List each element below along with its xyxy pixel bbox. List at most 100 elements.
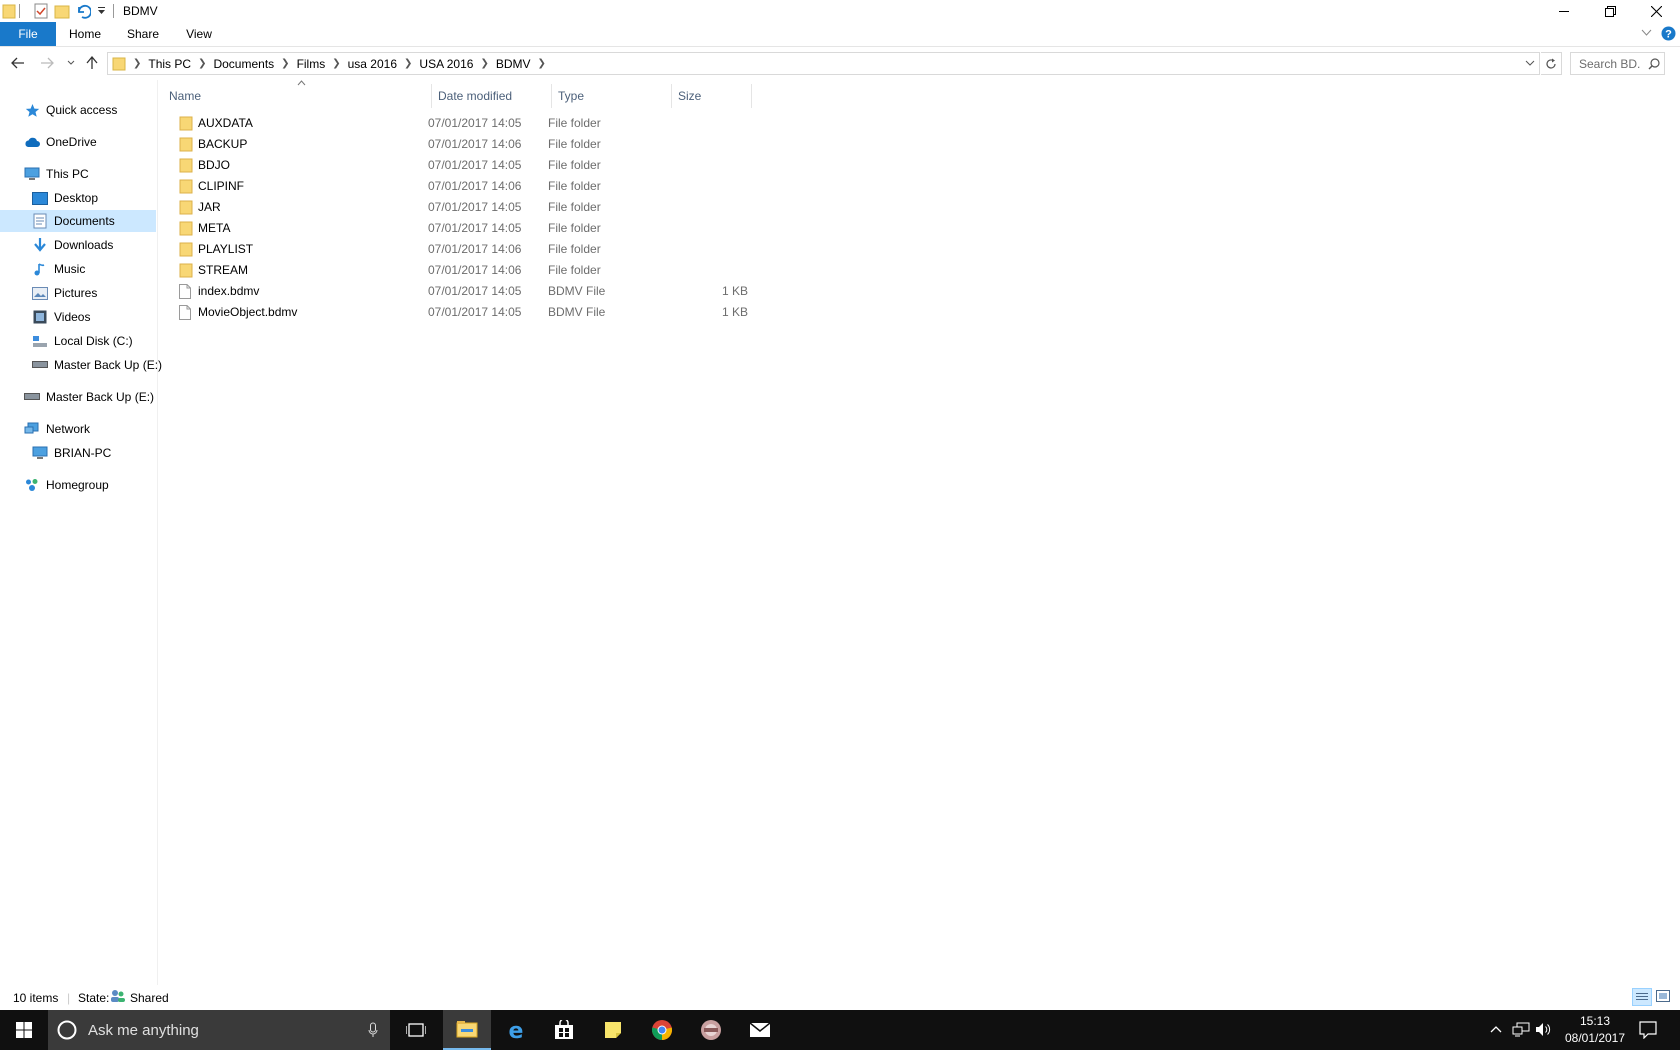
crumb-usa-2016-lower[interactable]: usa 2016 [344,57,401,71]
microphone-icon[interactable] [368,1022,378,1038]
file-row[interactable]: index.bdmv 07/01/2017 14:05 BDMV File 1 KB [173,281,913,302]
column-header-date-modified[interactable]: Date modified [432,84,552,108]
file-date-modified: 07/01/2017 14:06 [428,179,522,193]
nav-homegroup[interactable]: Homegroup [24,474,109,496]
back-arrow-icon[interactable] [11,57,25,69]
crumb-bdmv[interactable]: BDMV [492,57,535,71]
chevron-right-icon[interactable]: ❯ [329,58,343,69]
mail-icon [749,1022,771,1038]
column-header-name[interactable]: Name [163,84,432,108]
details-view-icon[interactable] [1632,988,1652,1006]
expand-ribbon-icon[interactable] [1641,29,1652,37]
address-history-icon[interactable] [1525,60,1535,67]
file-explorer-taskbar-button[interactable] [443,1010,491,1050]
tab-share[interactable]: Share [118,22,168,46]
nav-documents[interactable]: Documents [0,210,156,232]
file-date-modified: 07/01/2017 14:05 [428,158,522,172]
cortana-search-box[interactable] [48,1010,390,1050]
column-header-type[interactable]: Type [552,84,672,108]
network-tray-icon[interactable] [1512,1022,1530,1037]
cortana-search-input[interactable] [88,1021,348,1039]
nav-master-backup-e-root[interactable]: Master Back Up (E:) [24,386,154,408]
crumb-usa-2016[interactable]: USA 2016 [415,57,477,71]
file-type: BDMV File [548,305,606,319]
task-view-button[interactable] [392,1010,440,1050]
search-box[interactable] [1570,52,1665,75]
minimize-button[interactable] [1541,0,1587,22]
help-icon[interactable]: ? [1661,26,1676,41]
file-size [668,155,748,176]
customize-qat-icon[interactable] [97,6,106,16]
file-type: BDMV File [548,284,606,298]
store-taskbar-button[interactable] [540,1010,588,1050]
chevron-right-icon[interactable]: ❯ [278,58,292,69]
chevron-right-icon[interactable]: ❯ [401,58,415,69]
recent-locations-icon[interactable] [67,60,75,66]
refresh-button[interactable] [1541,52,1562,75]
nav-pictures[interactable]: Pictures [32,282,97,304]
restore-button[interactable] [1587,0,1633,22]
nav-onedrive[interactable]: OneDrive [24,131,97,153]
nav-desktop[interactable]: Desktop [32,187,98,209]
up-arrow-icon[interactable] [86,56,98,70]
nav-brian-pc[interactable]: BRIAN-PC [32,442,111,464]
nav-local-disk-c[interactable]: Local Disk (C:) [32,330,133,352]
window-title: BDMV [123,4,158,18]
chevron-right-icon[interactable]: ❯ [195,58,209,69]
nav-downloads[interactable]: Downloads [32,234,113,256]
forward-arrow-icon[interactable] [40,57,54,69]
chevron-right-icon[interactable]: ❯ [477,58,491,69]
file-row[interactable]: CLIPINF 07/01/2017 14:06 File folder [173,176,913,197]
nav-music[interactable]: Music [32,258,85,280]
file-row[interactable]: MovieObject.bdmv 07/01/2017 14:05 BDMV Fil… [173,302,913,323]
nav-network[interactable]: Network [24,418,90,440]
start-button[interactable] [0,1010,48,1050]
nav-master-backup-e[interactable]: Master Back Up (E:) [32,354,162,376]
new-folder-icon[interactable] [54,3,70,19]
file-row[interactable]: JAR 07/01/2017 14:05 File folder [173,197,913,218]
nav-videos[interactable]: Videos [32,306,90,328]
nav-this-pc[interactable]: This PC [24,163,89,185]
folder-icon [179,116,193,131]
file-row[interactable]: BDJO 07/01/2017 14:05 File folder [173,155,913,176]
taskbar: e 15:13 08/01/2017 [0,1010,1680,1050]
search-input[interactable] [1571,53,1641,74]
chevron-right-icon[interactable]: ❯ [130,58,144,69]
star-icon [24,102,40,118]
file-row[interactable]: BACKUP 07/01/2017 14:06 File folder [173,134,913,155]
nav-quick-access[interactable]: Quick access [24,99,117,121]
file-name: PLAYLIST [198,242,254,256]
taskbar-clock[interactable]: 15:13 08/01/2017 [1555,1013,1635,1047]
undo-icon[interactable] [75,3,91,19]
properties-icon[interactable] [33,3,49,19]
file-row[interactable]: STREAM 07/01/2017 14:06 File folder [173,260,913,281]
column-header-size[interactable]: Size [672,84,752,108]
file-row[interactable]: AUXDATA 07/01/2017 14:05 File folder [173,113,913,134]
nav-label: Desktop [54,191,99,205]
close-button[interactable] [1633,0,1679,22]
crumb-documents[interactable]: Documents [209,57,278,71]
chrome-taskbar-button[interactable] [638,1010,686,1050]
edge-taskbar-button[interactable]: e [492,1010,540,1050]
tab-home[interactable]: Home [62,22,108,46]
crumb-films[interactable]: Films [293,57,330,71]
media-app-taskbar-button[interactable] [687,1010,735,1050]
mail-taskbar-button[interactable] [736,1010,784,1050]
folder-icon [179,137,193,152]
file-row[interactable]: META 07/01/2017 14:05 File folder [173,218,913,239]
address-bar[interactable]: ❯ This PC ❯ Documents ❯ Films ❯ usa 2016… [107,52,1540,75]
file-type: File folder [548,221,601,235]
volume-icon[interactable] [1535,1022,1551,1037]
tab-file[interactable]: File [0,22,56,46]
action-center-icon[interactable] [1639,1021,1657,1039]
folder-icon [179,179,193,194]
search-icon[interactable] [1648,58,1660,70]
sticky-notes-taskbar-button[interactable] [589,1010,637,1050]
documents-icon [32,213,48,229]
crumb-this-pc[interactable]: This PC [144,57,195,71]
chevron-right-icon[interactable]: ❯ [535,58,549,69]
file-row[interactable]: PLAYLIST 07/01/2017 14:06 File folder [173,239,913,260]
show-hidden-icons-icon[interactable] [1490,1025,1502,1033]
large-icons-view-icon[interactable] [1656,989,1670,1003]
tab-view[interactable]: View [176,22,222,46]
